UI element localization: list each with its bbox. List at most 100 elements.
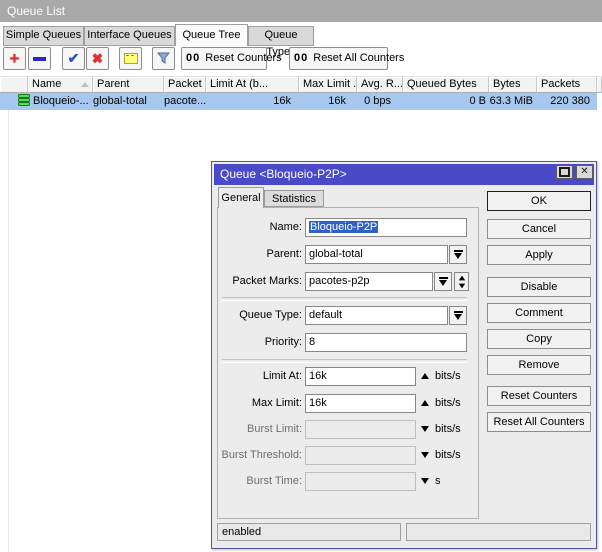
column-header-packet[interactable]: Packet ... [164, 77, 206, 93]
burst-threshold-label: Burst Threshold: [214, 446, 302, 465]
column-header-spacer[interactable] [0, 77, 28, 93]
add-icon: + [10, 51, 20, 66]
remove-button[interactable] [28, 47, 51, 70]
burst-time-input[interactable] [305, 472, 416, 491]
burst-time-label: Burst Time: [214, 472, 302, 491]
dialog-tab-statistics[interactable]: Statistics [264, 190, 324, 207]
column-header-packets[interactable]: Packets [537, 77, 597, 93]
dialog-titlebar-buttons: ✕ [556, 165, 593, 179]
cell-bytes: 63.3 MiB [489, 93, 537, 110]
reset-counters-00: 00 [186, 52, 200, 64]
burst-limit-input[interactable] [305, 420, 416, 439]
parent-label: Parent: [214, 245, 302, 264]
queue-type-dropdown-button[interactable] [449, 306, 467, 325]
max-limit-label: Max Limit: [214, 394, 302, 413]
up-down-icon [458, 275, 464, 280]
disable-dialog-button[interactable]: Disable [487, 277, 591, 297]
reset-all-counters-toolbar-button[interactable]: 00Reset All Counters [289, 47, 388, 70]
max-limit-up-arrow[interactable] [421, 400, 429, 406]
burst-time-down-arrow[interactable] [421, 478, 429, 484]
reset-all-counters-00: 00 [294, 52, 308, 64]
copy-button[interactable]: Copy [487, 329, 591, 349]
close-button[interactable]: ✕ [576, 165, 593, 179]
limit-at-input[interactable]: 16k [305, 367, 416, 386]
priority-label: Priority: [214, 333, 302, 352]
toolbar: + ✔ ✖ 00Reset Counters 00Reset All Count… [0, 47, 602, 71]
dropdown-icon [454, 250, 463, 252]
name-label: Name: [214, 218, 302, 237]
remove-button[interactable]: Remove [487, 355, 591, 375]
screen: Queue List Simple Queues Interface Queue… [0, 0, 602, 552]
packet-marks-dropdown-button[interactable] [434, 272, 452, 291]
tab-simple-queues[interactable]: Simple Queues [3, 26, 84, 46]
status-secondary [406, 523, 591, 541]
dialog-tab-general[interactable]: General [218, 187, 264, 208]
cell-parent: global-total [93, 93, 164, 110]
burst-limit-down-arrow[interactable] [421, 426, 429, 432]
comment-icon [124, 53, 138, 64]
column-header-max-limit[interactable]: Max Limit ... [299, 77, 357, 93]
reset-all-counters-button[interactable]: Reset All Counters [487, 412, 591, 432]
packet-marks-label: Packet Marks: [214, 272, 302, 291]
priority-input[interactable]: 8 [305, 333, 467, 352]
filter-button[interactable] [152, 47, 175, 70]
table-header: Name Parent Packet ... Limit At (b... Ma… [0, 76, 602, 93]
burst-threshold-row: Burst Threshold: bits/s [212, 446, 596, 465]
column-header-name[interactable]: Name [28, 77, 93, 93]
parent-input[interactable]: global-total [305, 245, 448, 264]
dropdown-icon [439, 277, 448, 279]
funnel-icon [157, 52, 170, 65]
disable-button[interactable]: ✖ [86, 47, 109, 70]
limit-at-unit: bits/s [435, 367, 461, 386]
comment-dialog-button[interactable]: Comment [487, 303, 591, 323]
add-button[interactable]: + [3, 47, 26, 70]
cell-name: Bloqueio-... [18, 93, 93, 110]
packet-marks-input[interactable]: pacotes-p2p [305, 272, 433, 291]
check-icon: ✔ [68, 50, 80, 67]
queue-row-bloqueio[interactable]: Bloqueio-... global-total pacote... 16k … [0, 93, 597, 110]
column-header-bytes[interactable]: Bytes [489, 77, 537, 93]
column-header-avg-rate[interactable]: Avg. R... [357, 77, 403, 93]
tab-interface-queues[interactable]: Interface Queues [84, 26, 175, 46]
separator [222, 359, 467, 363]
ok-button[interactable]: OK [487, 191, 591, 211]
burst-threshold-input[interactable] [305, 446, 416, 465]
reset-counters-toolbar-button[interactable]: 00Reset Counters [181, 47, 267, 70]
parent-dropdown-button[interactable] [449, 245, 467, 264]
column-header-parent[interactable]: Parent [93, 77, 164, 93]
queue-type-input[interactable]: default [305, 306, 448, 325]
status-enabled: enabled [217, 523, 401, 541]
cell-queued-bytes: 0 B [403, 93, 489, 110]
column-header-limit-at[interactable]: Limit At (b... [206, 77, 299, 93]
maximize-button[interactable] [556, 165, 573, 179]
burst-threshold-down-arrow[interactable] [421, 452, 429, 458]
burst-limit-label: Burst Limit: [214, 420, 302, 439]
reset-counters-button[interactable]: Reset Counters [487, 386, 591, 406]
column-header-queued-bytes[interactable]: Queued Bytes [403, 77, 489, 93]
queue-dialog: Queue <Bloqueio-P2P> ✕ General Statistic… [211, 161, 597, 549]
limit-at-up-arrow[interactable] [421, 373, 429, 379]
max-limit-input[interactable]: 16k [305, 394, 416, 413]
column-header-filler [597, 77, 602, 93]
cell-packets: 220 380 [537, 93, 597, 110]
comment-button[interactable] [119, 47, 142, 70]
cell-avg-rate: 0 bps [357, 93, 403, 110]
tab-queue-tree[interactable]: Queue Tree [175, 24, 248, 46]
close-icon: ✕ [580, 167, 588, 177]
queue-list-titlebar[interactable]: Queue List [0, 0, 602, 22]
apply-button[interactable]: Apply [487, 245, 591, 265]
tab-queue-types[interactable]: Queue Types [248, 26, 314, 46]
queue-type-label: Queue Type: [214, 306, 302, 325]
packet-marks-add-remove-button[interactable] [454, 272, 469, 291]
max-limit-unit: bits/s [435, 394, 461, 413]
dialog-titlebar[interactable]: Queue <Bloqueio-P2P> [214, 164, 594, 185]
cancel-button[interactable]: Cancel [487, 219, 591, 239]
name-input[interactable]: Bloqueio-P2P [305, 218, 467, 237]
cell-limit-at: 16k [206, 93, 299, 110]
enable-button[interactable]: ✔ [62, 47, 85, 70]
burst-limit-unit: bits/s [435, 420, 461, 439]
cell-packet-marks: pacote... [164, 93, 206, 110]
queue-tree-icon [18, 94, 30, 106]
sort-ascending-icon [81, 82, 89, 87]
separator [222, 297, 467, 301]
